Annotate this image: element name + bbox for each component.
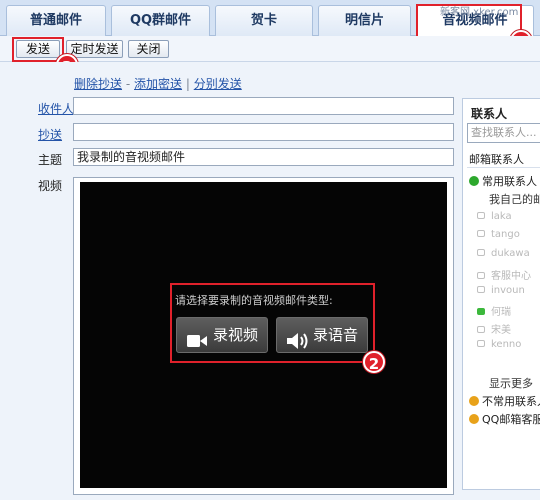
cc-label[interactable]: 抄送 — [38, 126, 62, 143]
frequent-contacts-label: 常用联系人 — [482, 175, 537, 188]
contact-search-input[interactable]: 查找联系人... — [467, 123, 540, 143]
contact-icon — [477, 272, 485, 279]
separate-send-link[interactable]: 分别发送 — [194, 77, 242, 91]
qq-support-label: QQ邮箱客服 — [482, 413, 540, 426]
cc-field[interactable] — [73, 123, 454, 141]
divider — [467, 167, 540, 168]
compose-area: 删除抄送 - 添加密送 | 分别发送 收件人 抄送 主题 我录制的音视频邮件 视… — [0, 62, 540, 500]
contact-icon — [477, 340, 485, 347]
tab-postcard[interactable]: 明信片 — [318, 5, 411, 36]
contact-item[interactable]: 客服中心 — [477, 267, 531, 282]
collapse-icon — [469, 414, 479, 424]
frequent-contacts-group[interactable]: 常用联系人 — [469, 173, 537, 189]
to-field[interactable] — [73, 97, 454, 115]
infrequent-contacts-group[interactable]: 不常用联系人 — [469, 393, 540, 409]
contact-item[interactable]: 宋美 — [477, 321, 511, 336]
contact-item[interactable]: 何瑞 — [477, 303, 511, 318]
add-bcc-link[interactable]: 添加密送 — [134, 77, 182, 91]
subject-label: 主题 — [38, 153, 63, 167]
contact-item[interactable]: laka — [477, 211, 512, 222]
close-button[interactable]: 关闭 — [128, 40, 169, 58]
tab-normal-mail[interactable]: 普通邮件 — [6, 5, 106, 36]
link-separator: - — [125, 77, 131, 91]
collapse-icon — [469, 396, 479, 406]
video-label: 视频 — [38, 179, 63, 193]
contact-item[interactable]: kenno — [477, 339, 521, 350]
remove-cc-link[interactable]: 删除抄送 — [74, 77, 122, 91]
recipient-links: 删除抄送 - 添加密送 | 分别发送 — [74, 75, 242, 92]
infrequent-contacts-label: 不常用联系人 — [482, 395, 540, 408]
qq-support-group[interactable]: QQ邮箱客服 — [469, 411, 540, 427]
compose-toolbar: 发送 定时发送 关闭 — [0, 36, 540, 62]
contact-icon — [477, 326, 485, 333]
contact-item[interactable]: dukawa — [477, 248, 530, 259]
contact-icon — [477, 249, 485, 256]
contact-item[interactable]: invoun — [477, 285, 525, 296]
expand-icon — [469, 176, 479, 186]
link-separator: | — [185, 77, 190, 91]
annotation-badge-2: 2 — [363, 351, 385, 373]
online-contact-icon — [477, 308, 485, 315]
highlight-box-av-tab — [416, 4, 522, 38]
to-label[interactable]: 收件人 — [38, 100, 74, 117]
tab-qq-group-mail[interactable]: QQ群邮件 — [111, 5, 210, 36]
mailbox-contacts-heading: 邮箱联系人 — [469, 153, 524, 166]
scheduled-send-button[interactable]: 定时发送 — [66, 40, 123, 58]
contact-item[interactable]: tango — [477, 229, 520, 240]
contact-icon — [477, 286, 485, 293]
tab-greeting-card[interactable]: 贺卡 — [215, 5, 313, 36]
contact-icon — [477, 230, 485, 237]
contact-self[interactable]: 我自己的邮箱 — [489, 191, 540, 207]
contacts-title: 联系人 — [471, 107, 508, 121]
show-more-link[interactable]: 显示更多 — [489, 375, 533, 391]
contacts-panel: 联系人 查找联系人... 邮箱联系人 常用联系人 我自己的邮箱 laka tan… — [462, 98, 540, 490]
contact-icon — [477, 212, 485, 219]
highlight-box-record-options — [170, 283, 375, 363]
highlight-box-send — [12, 37, 64, 62]
subject-field[interactable]: 我录制的音视频邮件 — [73, 148, 454, 166]
